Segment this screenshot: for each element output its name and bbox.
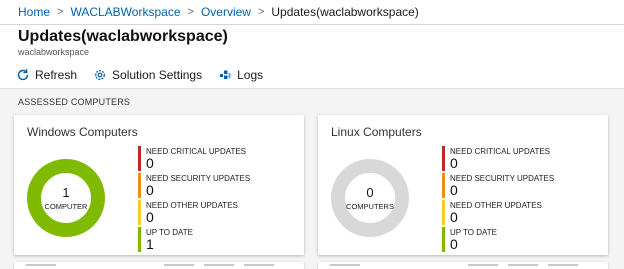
windows-details-tile[interactable] (14, 262, 304, 269)
legend-item-security: NEED SECURITY UPDATES 0 (138, 173, 250, 200)
column-header (164, 264, 194, 266)
legend-item-critical: NEED CRITICAL UPDATES 0 (442, 146, 554, 173)
legend-color-bar (138, 146, 141, 171)
logs-button[interactable]: Logs (218, 68, 263, 82)
legend-value: 0 (450, 182, 458, 198)
card-title: Linux Computers (331, 125, 422, 139)
linux-computers-tile[interactable]: Linux Computers 0 COMPUTERS NEED CRITICA… (318, 115, 608, 255)
column-header (26, 264, 56, 266)
section-heading: ASSESSED COMPUTERS (18, 97, 131, 107)
legend-item-up-to-date: UP TO DATE 0 (442, 227, 554, 254)
legend-item-up-to-date: UP TO DATE 1 (138, 227, 250, 254)
breadcrumb-workspace-link[interactable]: WACLABWorkspace (70, 5, 180, 19)
breadcrumb-current: Updates(waclabworkspace) (271, 5, 419, 19)
chevron-right-icon: > (257, 6, 265, 18)
donut-center: 0 COMPUTERS (329, 157, 411, 239)
legend-label: UP TO DATE (146, 228, 193, 237)
page-subtitle: waclabworkspace (18, 47, 90, 57)
legend-label: NEED OTHER UPDATES (146, 201, 238, 210)
legend-value: 0 (146, 182, 154, 198)
breadcrumb: Home > WACLABWorkspace > Overview > Upda… (0, 0, 624, 25)
computer-count-caption: COMPUTERS (346, 201, 394, 211)
legend-color-bar (442, 173, 445, 198)
legend-value: 0 (146, 209, 154, 225)
legend: NEED CRITICAL UPDATES 0 NEED SECURITY UP… (138, 146, 250, 254)
legend-color-bar (442, 146, 445, 171)
legend-value: 0 (450, 209, 458, 225)
breadcrumb-home-link[interactable]: Home (18, 5, 50, 19)
refresh-label: Refresh (35, 67, 78, 82)
column-header (330, 264, 360, 266)
legend-label: NEED SECURITY UPDATES (450, 174, 555, 183)
linux-details-tile[interactable] (318, 262, 608, 269)
column-header (508, 264, 538, 266)
legend-value: 0 (146, 155, 154, 171)
legend-value: 0 (450, 236, 458, 252)
blade-header: Updates(waclabworkspace) waclabworkspace (0, 25, 624, 61)
legend-color-bar (442, 200, 445, 225)
computer-count-caption: COMPUTER (44, 201, 88, 211)
legend-color-bar (442, 227, 445, 252)
breadcrumb-overview-link[interactable]: Overview (201, 5, 251, 19)
legend-label: NEED CRITICAL UPDATES (450, 147, 551, 156)
legend-item-security: NEED SECURITY UPDATES 0 (442, 173, 554, 200)
legend-value: 1 (146, 236, 154, 252)
card-title: Windows Computers (27, 125, 138, 139)
column-header (548, 264, 578, 266)
legend-item-other: NEED OTHER UPDATES 0 (138, 200, 250, 227)
legend-item-other: NEED OTHER UPDATES 0 (442, 200, 554, 227)
command-bar: Refresh Solution Settings Logs (0, 61, 624, 89)
solution-settings-button[interactable]: Solution Settings (93, 68, 202, 82)
column-header (244, 264, 274, 266)
legend-label: NEED SECURITY UPDATES (146, 174, 251, 183)
computer-count: 0 (366, 184, 374, 200)
chevron-right-icon: > (57, 6, 64, 18)
column-header (468, 264, 498, 266)
solution-settings-label: Solution Settings (112, 67, 203, 82)
legend-color-bar (138, 200, 141, 225)
legend-color-bar (138, 227, 141, 252)
legend-label: UP TO DATE (450, 228, 497, 237)
computer-count: 1 (62, 184, 70, 200)
legend-label: NEED CRITICAL UPDATES (146, 147, 247, 156)
windows-computers-tile[interactable]: Windows Computers 1 COMPUTER NEED CRITIC… (14, 115, 304, 255)
donut-center: 1 COMPUTER (25, 157, 107, 239)
legend-label: NEED OTHER UPDATES (450, 201, 542, 210)
chevron-right-icon: > (187, 6, 194, 18)
logs-icon (220, 70, 231, 79)
legend-value: 0 (450, 155, 458, 171)
column-header (204, 264, 234, 266)
legend: NEED CRITICAL UPDATES 0 NEED SECURITY UP… (442, 146, 554, 254)
refresh-icon (17, 68, 29, 80)
legend-item-critical: NEED CRITICAL UPDATES 0 (138, 146, 250, 173)
gear-icon (95, 69, 105, 80)
page-title: Updates(waclabworkspace) (18, 28, 228, 45)
logs-label: Logs (237, 67, 264, 82)
refresh-button[interactable]: Refresh (16, 68, 77, 82)
legend-color-bar (138, 173, 141, 198)
